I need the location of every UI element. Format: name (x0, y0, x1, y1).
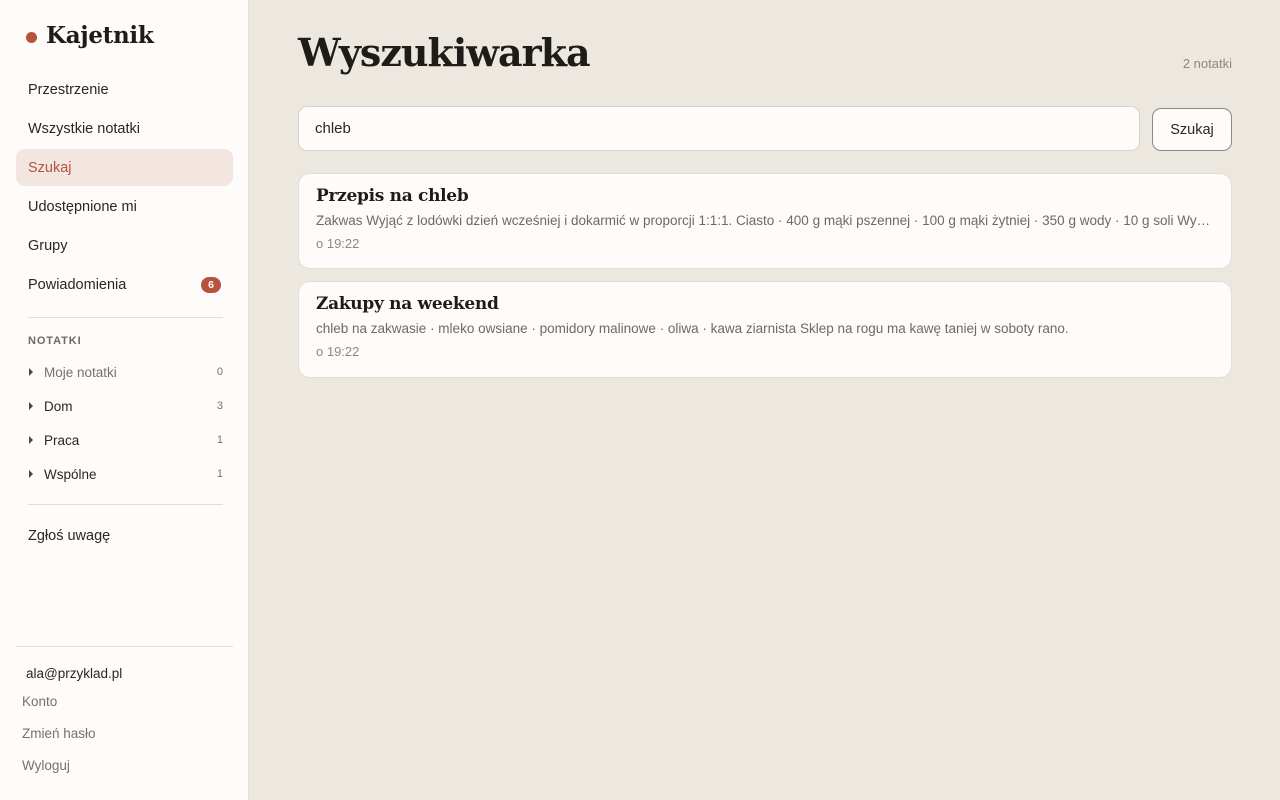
logout-link[interactable]: Wyloguj (22, 758, 70, 773)
brand[interactable]: Kajetnik (26, 22, 154, 49)
nav-item-search[interactable]: Szukaj (16, 149, 233, 186)
notes-section-title: NOTATKI (28, 335, 82, 347)
search-button[interactable]: Szukaj (1152, 108, 1232, 151)
nav-item-label: Wszystkie notatki (28, 120, 140, 137)
account-link[interactable]: Konto (22, 694, 57, 709)
main-nav: Przestrzenie Wszystkie notatki Szukaj Ud… (16, 71, 233, 305)
page-title: Wyszukiwarka (298, 30, 591, 75)
folder-name: Dom (44, 398, 73, 414)
result-time: o 19:22 (316, 344, 360, 359)
caret-right-icon[interactable] (29, 368, 33, 376)
folder-name: Wspólne (44, 466, 97, 482)
folder-item-home[interactable]: Dom 3 (28, 389, 223, 423)
result-title: Zakupy na weekend (316, 294, 499, 314)
sidebar-divider (28, 317, 223, 318)
folder-item-work[interactable]: Praca 1 (28, 423, 223, 457)
folder-item-shared[interactable]: Wspólne 1 (28, 457, 223, 491)
result-card[interactable]: Przepis na chleb Zakwas Wyjąć z lodówki … (298, 173, 1232, 269)
sidebar: Kajetnik Przestrzenie Wszystkie notatki … (0, 0, 249, 800)
folder-count: 1 (216, 434, 223, 446)
nav-item-all-notes[interactable]: Wszystkie notatki (16, 110, 233, 147)
user-email: ala@przyklad.pl (26, 666, 123, 681)
nav-item-label: Przestrzenie (28, 81, 109, 98)
notifications-badge: 6 (201, 276, 221, 293)
caret-right-icon[interactable] (29, 470, 33, 478)
account-section: ala@przyklad.pl Konto Zmień hasło Wylogu… (16, 646, 233, 773)
caret-right-icon[interactable] (29, 402, 33, 410)
result-snippet: chleb na zakwasie · mleko owsiane · pomi… (316, 321, 1069, 336)
nav-item-groups[interactable]: Grupy (16, 227, 233, 264)
result-card[interactable]: Zakupy na weekend chleb na zakwasie · ml… (298, 281, 1232, 378)
folder-item-my-notes[interactable]: Moje notatki 0 (28, 355, 223, 389)
nav-item-label: Szukaj (28, 159, 72, 176)
result-title: Przepis na chleb (316, 186, 469, 206)
nav-item-label: Powiadomienia (28, 276, 127, 293)
folder-count: 1 (216, 468, 223, 480)
search-input[interactable] (298, 106, 1140, 151)
sidebar-divider (28, 504, 223, 505)
app-name: Kajetnik (46, 22, 154, 49)
caret-right-icon[interactable] (29, 436, 33, 444)
brand-dot-icon (26, 31, 37, 43)
nav-item-label: Grupy (28, 237, 68, 254)
folder-count: 3 (216, 400, 223, 412)
feedback-link[interactable]: Zgłoś uwagę (28, 528, 110, 544)
folder-count: 0 (216, 366, 223, 378)
results-count: 2 notatki (1182, 56, 1232, 71)
folder-name: Moje notatki (44, 364, 117, 380)
nav-item-shared[interactable]: Udostępnione mi (16, 188, 233, 225)
nav-item-label: Udostępnione mi (28, 198, 137, 215)
folder-list: Moje notatki 0 Dom 3 Praca 1 Wspólne 1 (28, 355, 223, 491)
result-snippet: Zakwas Wyjąć z lodówki dzień wcześniej i… (316, 213, 1214, 228)
change-password-link[interactable]: Zmień hasło (22, 726, 96, 741)
nav-item-spaces[interactable]: Przestrzenie (16, 71, 233, 108)
nav-item-notifications[interactable]: Powiadomienia 6 (16, 266, 233, 303)
folder-name: Praca (44, 432, 80, 448)
result-time: o 19:22 (316, 236, 360, 251)
